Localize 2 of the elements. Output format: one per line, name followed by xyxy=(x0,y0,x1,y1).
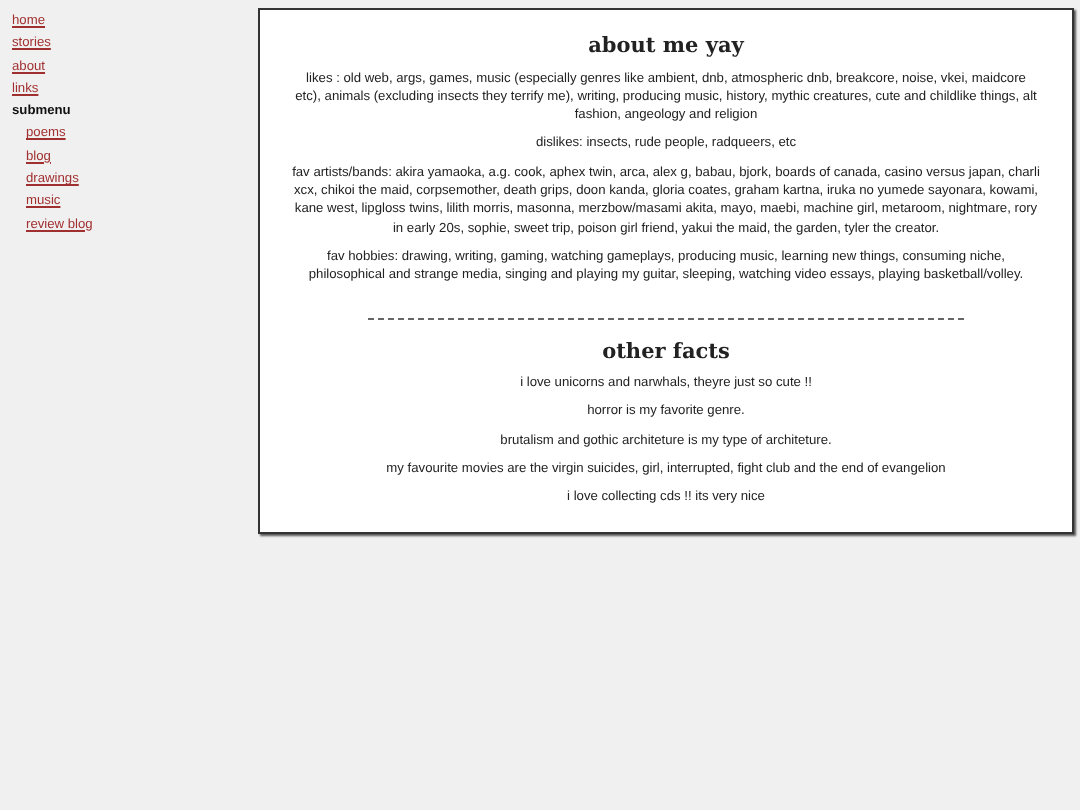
section-heading: other facts xyxy=(600,339,732,365)
section-heading: about me yay xyxy=(586,34,747,60)
